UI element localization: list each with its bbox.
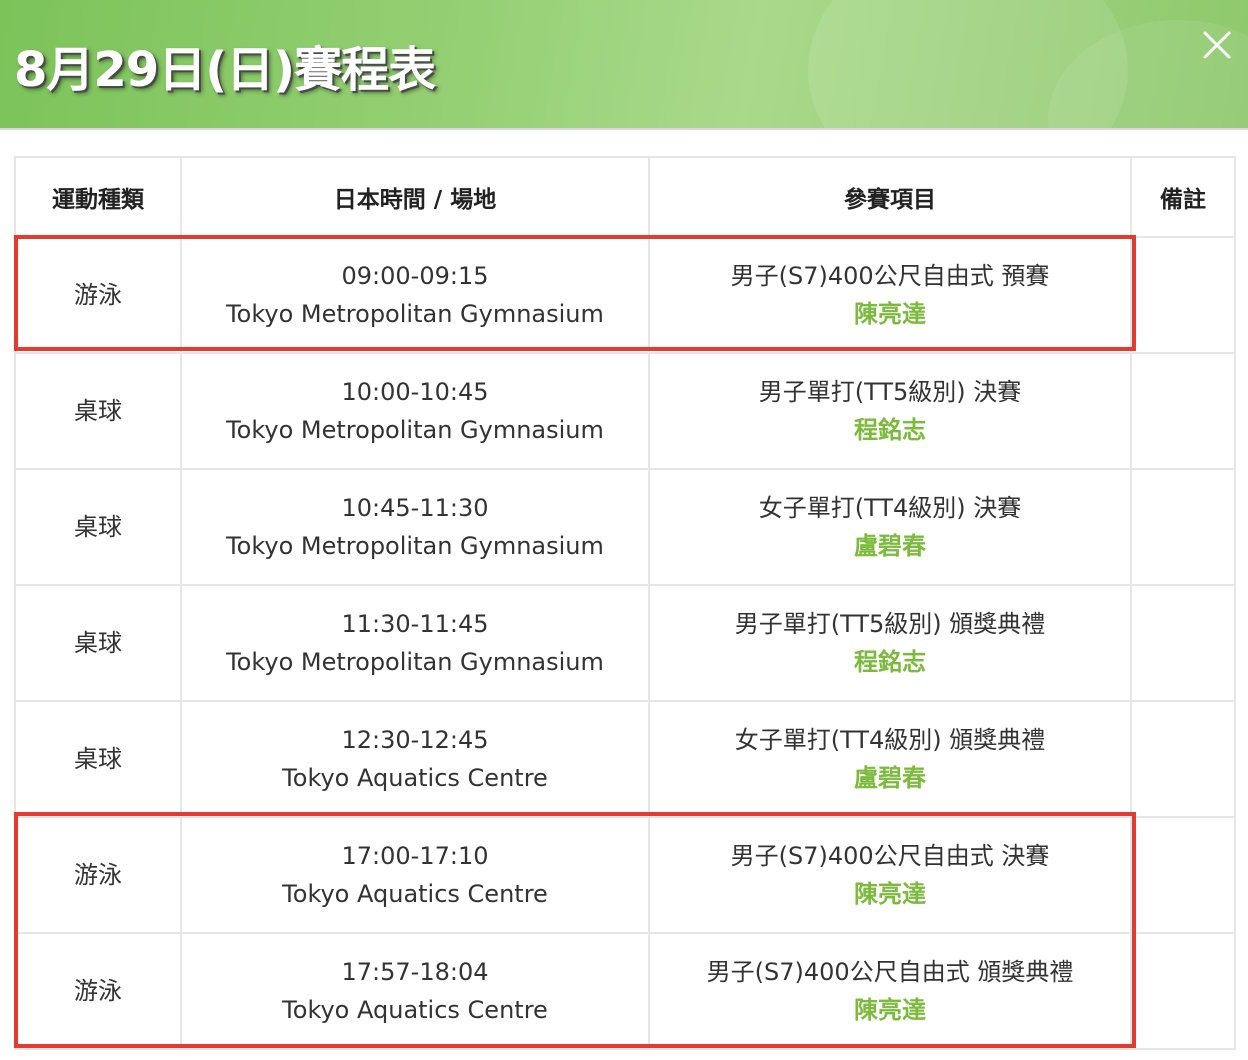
close-icon[interactable] [1198, 26, 1236, 64]
table-row: 游泳 17:57-18:04 Tokyo Aquatics Centre 男子(… [14, 932, 1236, 1050]
note-cell [1130, 236, 1236, 354]
note-cell [1130, 584, 1236, 702]
event-cell: 男子(S7)400公尺自由式 頒獎典禮 陳亮達 [648, 932, 1132, 1050]
event-text: 男子(S7)400公尺自由式 頒獎典禮 [706, 958, 1074, 986]
athlete-name: 程銘志 [854, 648, 926, 676]
event-text: 女子單打(TT4級別) 頒獎典禮 [734, 726, 1046, 754]
sport-cell: 桌球 [14, 468, 182, 586]
venue-text: Tokyo Metropolitan Gymnasium [226, 648, 604, 676]
event-cell: 男子單打(TT5級別) 頒獎典禮 程銘志 [648, 584, 1132, 702]
note-cell [1130, 700, 1236, 818]
table-row: 游泳 09:00-09:15 Tokyo Metropolitan Gymnas… [14, 236, 1236, 354]
time-venue-cell: 11:30-11:45 Tokyo Metropolitan Gymnasium [180, 584, 650, 702]
note-cell [1130, 932, 1236, 1050]
table-header-row: 運動種類 日本時間 / 場地 參賽項目 備註 [14, 156, 1236, 238]
event-text: 男子(S7)400公尺自由式 決賽 [730, 842, 1050, 870]
event-cell: 男子(S7)400公尺自由式 決賽 陳亮達 [648, 816, 1132, 934]
time-venue-cell: 17:57-18:04 Tokyo Aquatics Centre [180, 932, 650, 1050]
sport-cell: 游泳 [14, 932, 182, 1050]
modal-header: 8月29日(日)賽程表 [0, 0, 1248, 130]
athlete-name: 程銘志 [854, 416, 926, 444]
venue-text: Tokyo Aquatics Centre [282, 764, 548, 792]
time-text: 11:30-11:45 [341, 610, 489, 638]
table-row: 桌球 12:30-12:45 Tokyo Aquatics Centre 女子單… [14, 700, 1236, 818]
table-row: 桌球 10:00-10:45 Tokyo Metropolitan Gymnas… [14, 352, 1236, 470]
event-cell: 女子單打(TT4級別) 頒獎典禮 盧碧春 [648, 700, 1132, 818]
event-cell: 男子(S7)400公尺自由式 預賽 陳亮達 [648, 236, 1132, 354]
time-venue-cell: 09:00-09:15 Tokyo Metropolitan Gymnasium [180, 236, 650, 354]
table-row: 游泳 17:00-17:10 Tokyo Aquatics Centre 男子(… [14, 816, 1236, 934]
athlete-name: 陳亮達 [854, 300, 926, 328]
time-text: 17:57-18:04 [341, 958, 489, 986]
venue-text: Tokyo Metropolitan Gymnasium [226, 300, 604, 328]
event-text: 女子單打(TT4級別) 決賽 [758, 494, 1022, 522]
table-row: 桌球 10:45-11:30 Tokyo Metropolitan Gymnas… [14, 468, 1236, 586]
time-venue-cell: 12:30-12:45 Tokyo Aquatics Centre [180, 700, 650, 818]
athlete-name: 盧碧春 [854, 532, 926, 560]
event-text: 男子單打(TT5級別) 頒獎典禮 [734, 610, 1046, 638]
schedule-table: 運動種類 日本時間 / 場地 參賽項目 備註 游泳 09:00-09:15 To… [14, 156, 1236, 1050]
note-cell [1130, 816, 1236, 934]
athlete-name: 盧碧春 [854, 764, 926, 792]
note-cell [1130, 352, 1236, 470]
schedule-modal: 8月29日(日)賽程表 運動種類 日本時間 / 場地 參賽項目 備註 游泳 09… [0, 0, 1248, 1060]
event-text: 男子(S7)400公尺自由式 預賽 [730, 262, 1050, 290]
event-text: 男子單打(TT5級別) 決賽 [758, 378, 1022, 406]
page-title: 8月29日(日)賽程表 [14, 42, 436, 98]
column-header-note: 備註 [1130, 156, 1236, 238]
time-text: 17:00-17:10 [341, 842, 489, 870]
note-cell [1130, 468, 1236, 586]
sport-cell: 游泳 [14, 236, 182, 354]
table-row: 桌球 11:30-11:45 Tokyo Metropolitan Gymnas… [14, 584, 1236, 702]
sport-cell: 游泳 [14, 816, 182, 934]
time-text: 10:45-11:30 [341, 494, 489, 522]
column-header-sport: 運動種類 [14, 156, 182, 238]
sport-cell: 桌球 [14, 352, 182, 470]
venue-text: Tokyo Metropolitan Gymnasium [226, 532, 604, 560]
athlete-name: 陳亮達 [854, 996, 926, 1024]
column-header-event: 參賽項目 [648, 156, 1132, 238]
venue-text: Tokyo Aquatics Centre [282, 996, 548, 1024]
venue-text: Tokyo Aquatics Centre [282, 880, 548, 908]
time-venue-cell: 10:00-10:45 Tokyo Metropolitan Gymnasium [180, 352, 650, 470]
column-header-time-venue: 日本時間 / 場地 [180, 156, 650, 238]
time-text: 12:30-12:45 [341, 726, 489, 754]
time-venue-cell: 10:45-11:30 Tokyo Metropolitan Gymnasium [180, 468, 650, 586]
sport-cell: 桌球 [14, 700, 182, 818]
venue-text: Tokyo Metropolitan Gymnasium [226, 416, 604, 444]
sport-cell: 桌球 [14, 584, 182, 702]
time-text: 10:00-10:45 [341, 378, 489, 406]
event-cell: 男子單打(TT5級別) 決賽 程銘志 [648, 352, 1132, 470]
athlete-name: 陳亮達 [854, 880, 926, 908]
event-cell: 女子單打(TT4級別) 決賽 盧碧春 [648, 468, 1132, 586]
time-venue-cell: 17:00-17:10 Tokyo Aquatics Centre [180, 816, 650, 934]
schedule-table-wrapper: 運動種類 日本時間 / 場地 參賽項目 備註 游泳 09:00-09:15 To… [14, 156, 1236, 1050]
time-text: 09:00-09:15 [341, 262, 489, 290]
